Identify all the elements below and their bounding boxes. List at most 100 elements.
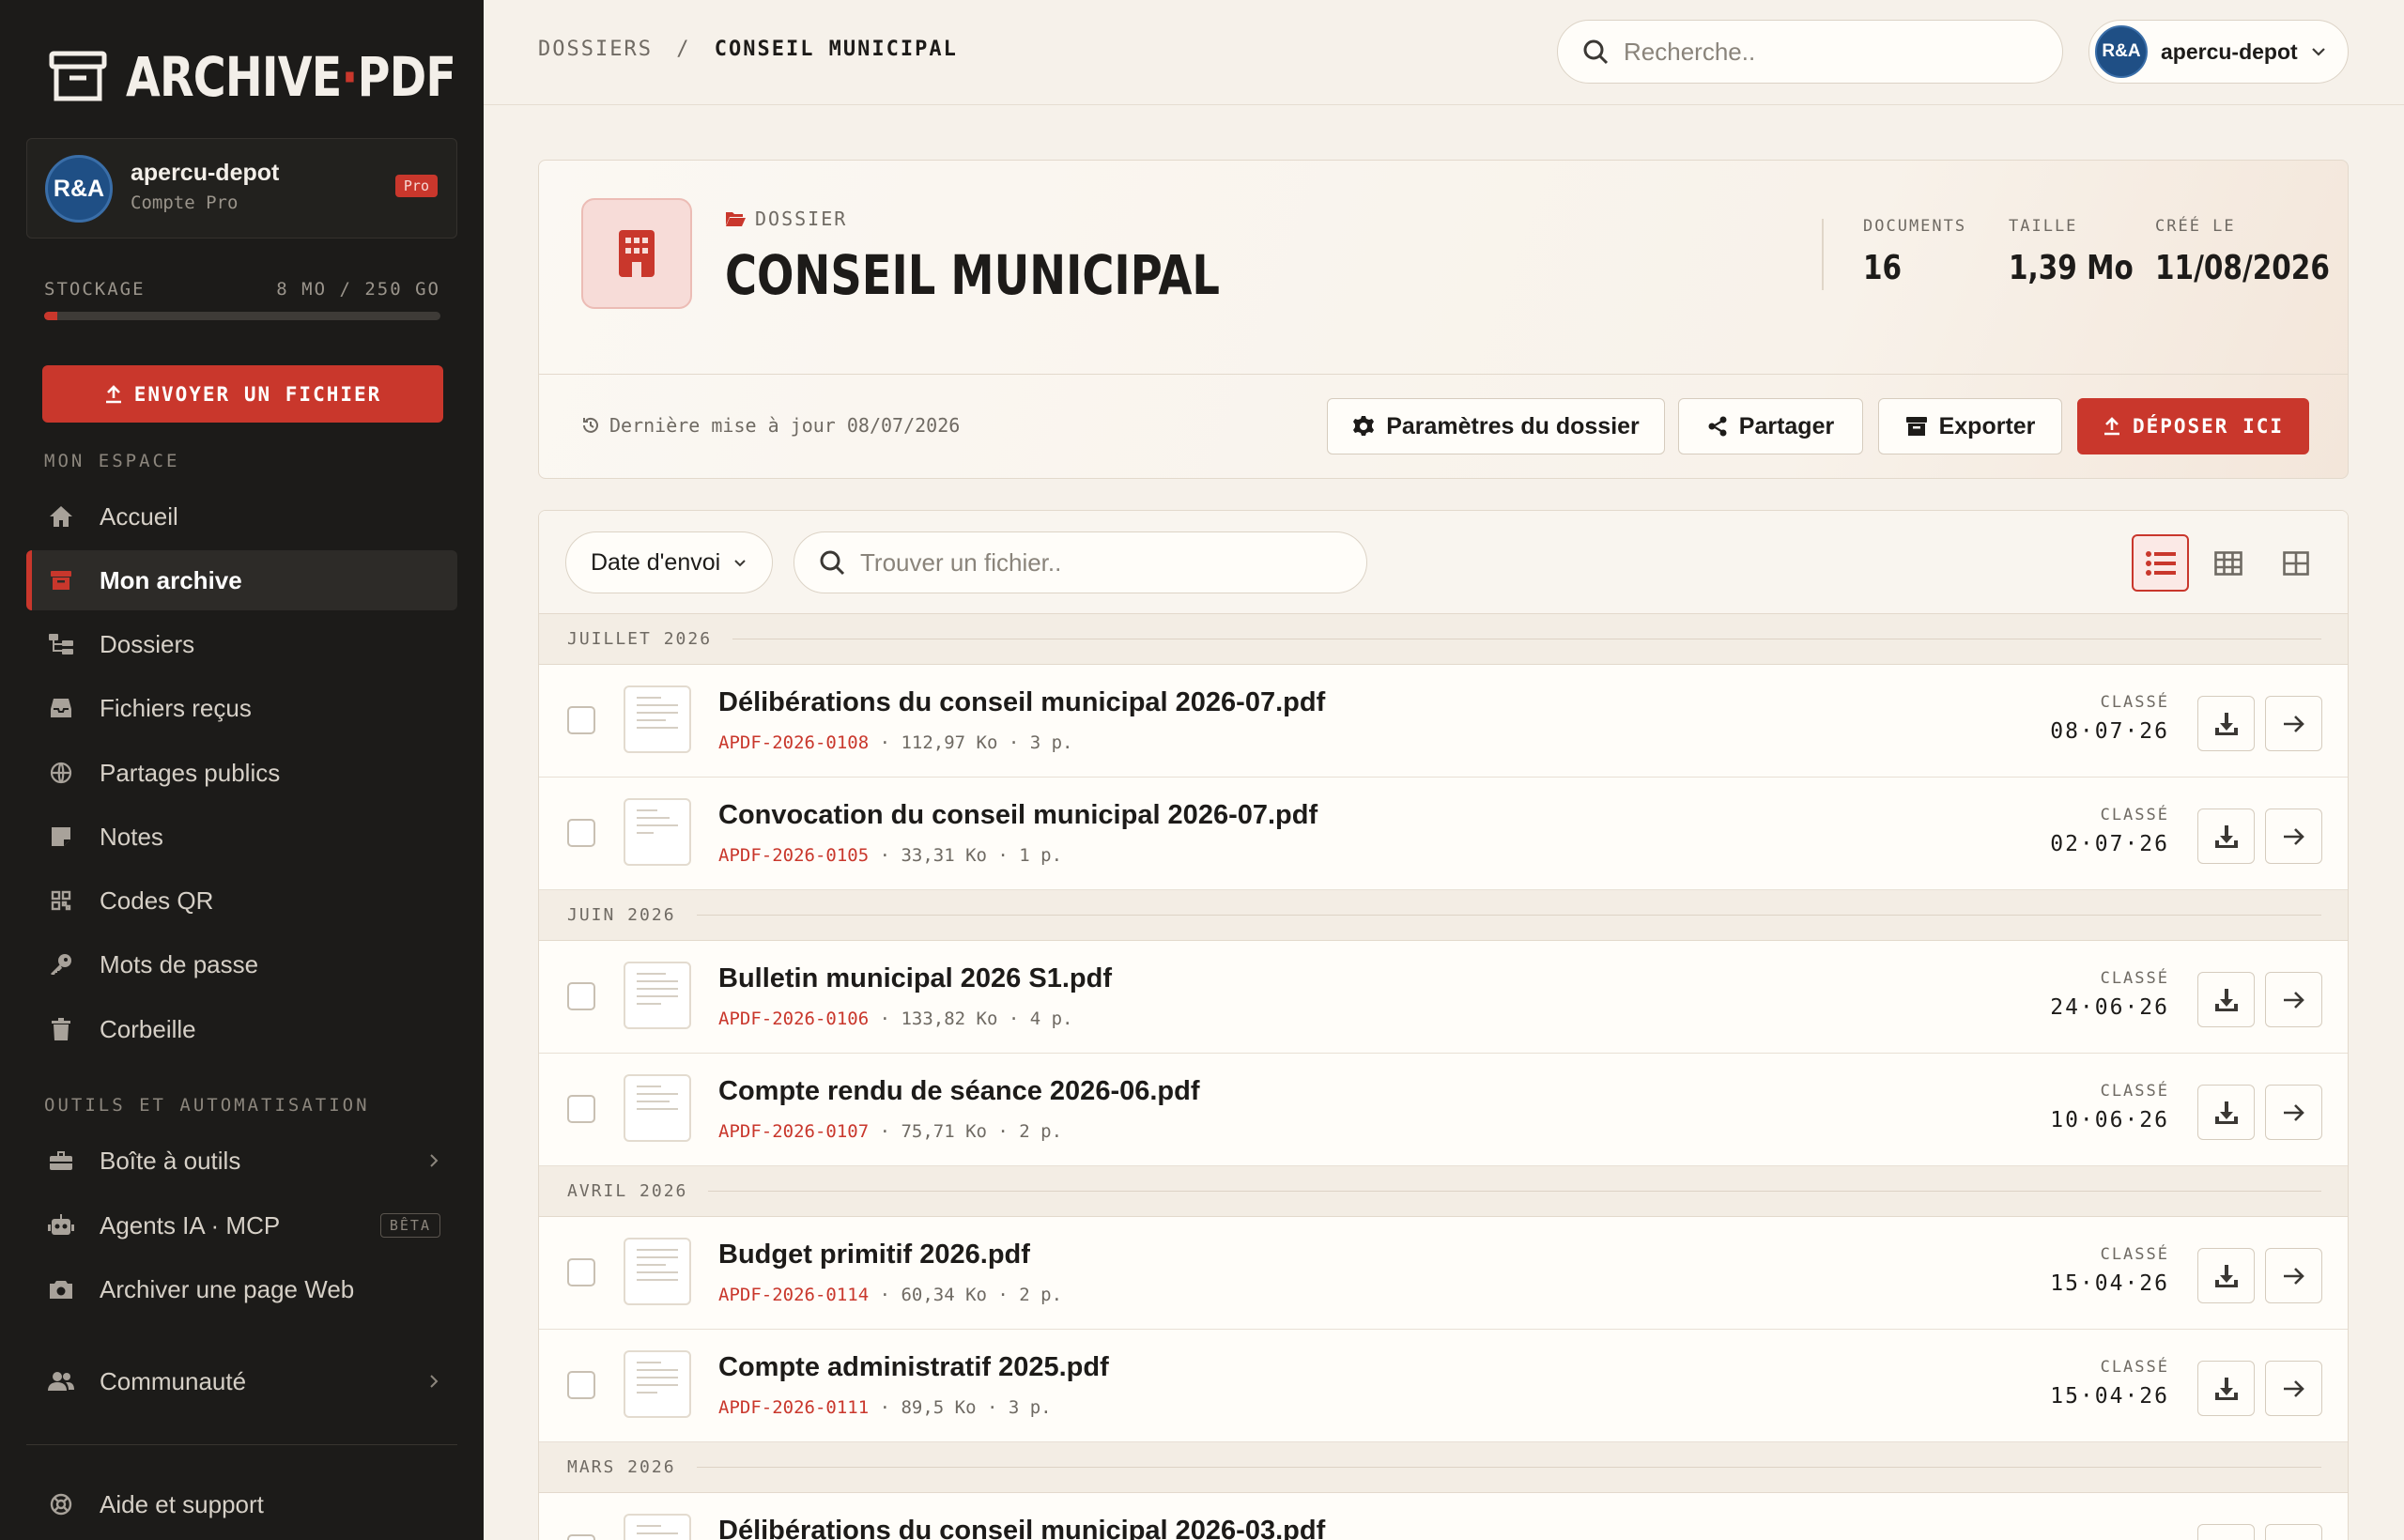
download-button[interactable] [2197, 1361, 2255, 1416]
download-button[interactable] [2197, 1524, 2255, 1540]
open-file-button[interactable] [2265, 972, 2322, 1027]
open-file-button[interactable] [2265, 696, 2322, 751]
sidebar-item-community[interactable]: Communauté [26, 1351, 457, 1411]
file-meta: APDF-2026-0108 · 112,97 Ko · 3 p. [718, 732, 1073, 753]
download-button[interactable] [2197, 972, 2255, 1027]
file-size-pages: · 33,31 Ko · 1 p. [869, 845, 1063, 866]
search-input[interactable] [1624, 37, 2018, 67]
last-update: Dernière mise à jour 08/07/2026 [581, 414, 960, 437]
row-checkbox[interactable] [567, 1534, 595, 1540]
open-file-button[interactable] [2265, 1524, 2322, 1540]
status-label: CLASSÉ [2100, 693, 2169, 712]
file-status: CLASSÉ 24·06·26 [2050, 969, 2169, 1020]
upload-file-button[interactable]: ENVOYER UN FICHIER [42, 365, 443, 423]
file-row[interactable]: Délibérations du conseil municipal 2026-… [539, 665, 2348, 778]
sort-dropdown[interactable]: Date d'envoi [565, 531, 773, 593]
file-row[interactable]: Compte administratif 2025.pdf APDF-2026-… [539, 1330, 2348, 1442]
drop-here-button[interactable]: DÉPOSER ICI [2077, 398, 2309, 454]
sidebar-item-received-files[interactable]: Fichiers reçus [26, 678, 457, 738]
app-logo[interactable]: ARCHIVE·PDF [49, 45, 484, 109]
download-button[interactable] [2197, 1085, 2255, 1140]
table-view-button[interactable] [2199, 534, 2257, 592]
group-label: AVRIL 2026 [567, 1181, 688, 1201]
group-header-march: MARS 2026 [539, 1442, 2348, 1493]
row-checkbox[interactable] [567, 706, 595, 734]
export-button[interactable]: Exporter [1878, 398, 2062, 454]
open-file-button[interactable] [2265, 1361, 2322, 1416]
open-file-button[interactable] [2265, 808, 2322, 864]
list-icon [2145, 550, 2176, 576]
file-meta: APDF-2026-0111 · 89,5 Ko · 3 p. [718, 1397, 1052, 1418]
inbox-icon [45, 698, 77, 718]
file-reference: APDF-2026-0114 [718, 1285, 870, 1305]
sidebar-item-label: Mon archive [100, 565, 242, 594]
sidebar-item-help[interactable]: Aide et support [26, 1474, 457, 1534]
sidebar-item-archive-web-page[interactable]: Archiver une page Web [26, 1259, 457, 1319]
download-button[interactable] [2197, 696, 2255, 751]
sidebar-item-notes[interactable]: Notes [26, 807, 457, 867]
archive-icon [1905, 416, 1928, 437]
user-menu[interactable]: R&A apercu-depot [2088, 20, 2349, 84]
download-icon [2214, 1264, 2239, 1288]
status-label: CLASSÉ [2100, 1082, 2169, 1101]
arrow-right-icon [2283, 1103, 2305, 1122]
stat-label: CRÉÉ LE [2155, 217, 2236, 236]
file-name[interactable]: Compte administratif 2025.pdf [718, 1352, 1109, 1383]
open-file-button[interactable] [2265, 1085, 2322, 1140]
file-date: 15·04·26 [2050, 1384, 2169, 1409]
row-checkbox[interactable] [567, 1095, 595, 1123]
sidebar-item-passwords[interactable]: Mots de passe [26, 934, 457, 994]
camera-icon [45, 1279, 77, 1300]
sidebar-item-qr-codes[interactable]: Codes QR [26, 870, 457, 931]
breadcrumb-root[interactable]: DOSSIERS [538, 38, 653, 61]
sidebar-item-my-archive[interactable]: Mon archive [26, 550, 457, 610]
section-my-space: MON ESPACE [44, 451, 180, 471]
sidebar-item-toolbox[interactable]: Boîte à outils [26, 1131, 457, 1191]
row-checkbox[interactable] [567, 1371, 595, 1399]
file-row[interactable]: Compte rendu de séance 2026-06.pdf APDF-… [539, 1054, 2348, 1166]
download-icon [2214, 1101, 2239, 1125]
file-search[interactable] [794, 531, 1367, 593]
row-checkbox[interactable] [567, 1258, 595, 1286]
sidebar-item-home[interactable]: Accueil [26, 486, 457, 547]
share-button[interactable]: Partager [1678, 398, 1863, 454]
file-name[interactable]: Bulletin municipal 2026 S1.pdf [718, 963, 1112, 994]
list-view-button[interactable] [2132, 534, 2189, 592]
sidebar-item-public-shares[interactable]: Partages publics [26, 743, 457, 803]
sort-dropdown-label: Date d'envoi [591, 548, 721, 576]
file-search-input[interactable] [860, 547, 1255, 578]
file-name[interactable]: Compte rendu de séance 2026-06.pdf [718, 1076, 1200, 1107]
sidebar-item-label: Archiver une page Web [100, 1274, 355, 1303]
row-checkbox[interactable] [567, 982, 595, 1010]
sidebar-item-trash[interactable]: Corbeille [26, 999, 457, 1059]
file-row[interactable]: Convocation du conseil municipal 2026-07… [539, 778, 2348, 890]
file-row[interactable]: Budget primitif 2026.pdf APDF-2026-0114 … [539, 1217, 2348, 1330]
file-name[interactable]: Convocation du conseil municipal 2026-07… [718, 800, 1318, 831]
open-file-button[interactable] [2265, 1248, 2322, 1303]
sidebar-item-ai-agents[interactable]: Agents IA · MCP BÊTA [26, 1195, 457, 1255]
search-icon [1582, 38, 1609, 65]
file-name[interactable]: Budget primitif 2026.pdf [718, 1240, 1030, 1270]
file-date: 10·06·26 [2050, 1108, 2169, 1132]
file-name[interactable]: Délibérations du conseil municipal 2026-… [718, 687, 1325, 718]
account-card[interactable]: R&A apercu-depot Compte Pro Pro [26, 138, 457, 239]
arrow-right-icon [2283, 1379, 2305, 1398]
row-checkbox[interactable] [567, 819, 595, 847]
grid-view-button[interactable] [2267, 534, 2324, 592]
file-row[interactable]: Bulletin municipal 2026 S1.pdf APDF-2026… [539, 941, 2348, 1054]
group-label: MARS 2026 [567, 1457, 676, 1477]
upload-icon [104, 384, 123, 405]
file-size-pages: · 89,5 Ko · 3 p. [869, 1397, 1052, 1418]
folder-settings-button[interactable]: Paramètres du dossier [1327, 398, 1665, 454]
sidebar-item-folders[interactable]: Dossiers [26, 614, 457, 674]
download-button[interactable] [2197, 808, 2255, 864]
folder-settings-label: Paramètres du dossier [1386, 412, 1640, 439]
file-name[interactable]: Délibérations du conseil municipal 2026-… [718, 1516, 1325, 1540]
status-label: CLASSÉ [2100, 1245, 2169, 1264]
global-search[interactable] [1557, 20, 2063, 84]
stat-size: TAILLE 1,39 Mo [2009, 217, 2161, 287]
file-row[interactable]: Délibérations du conseil municipal 2026-… [539, 1493, 2348, 1540]
stats-divider [1822, 219, 1824, 290]
download-button[interactable] [2197, 1248, 2255, 1303]
pdf-thumbnail [624, 1238, 691, 1305]
